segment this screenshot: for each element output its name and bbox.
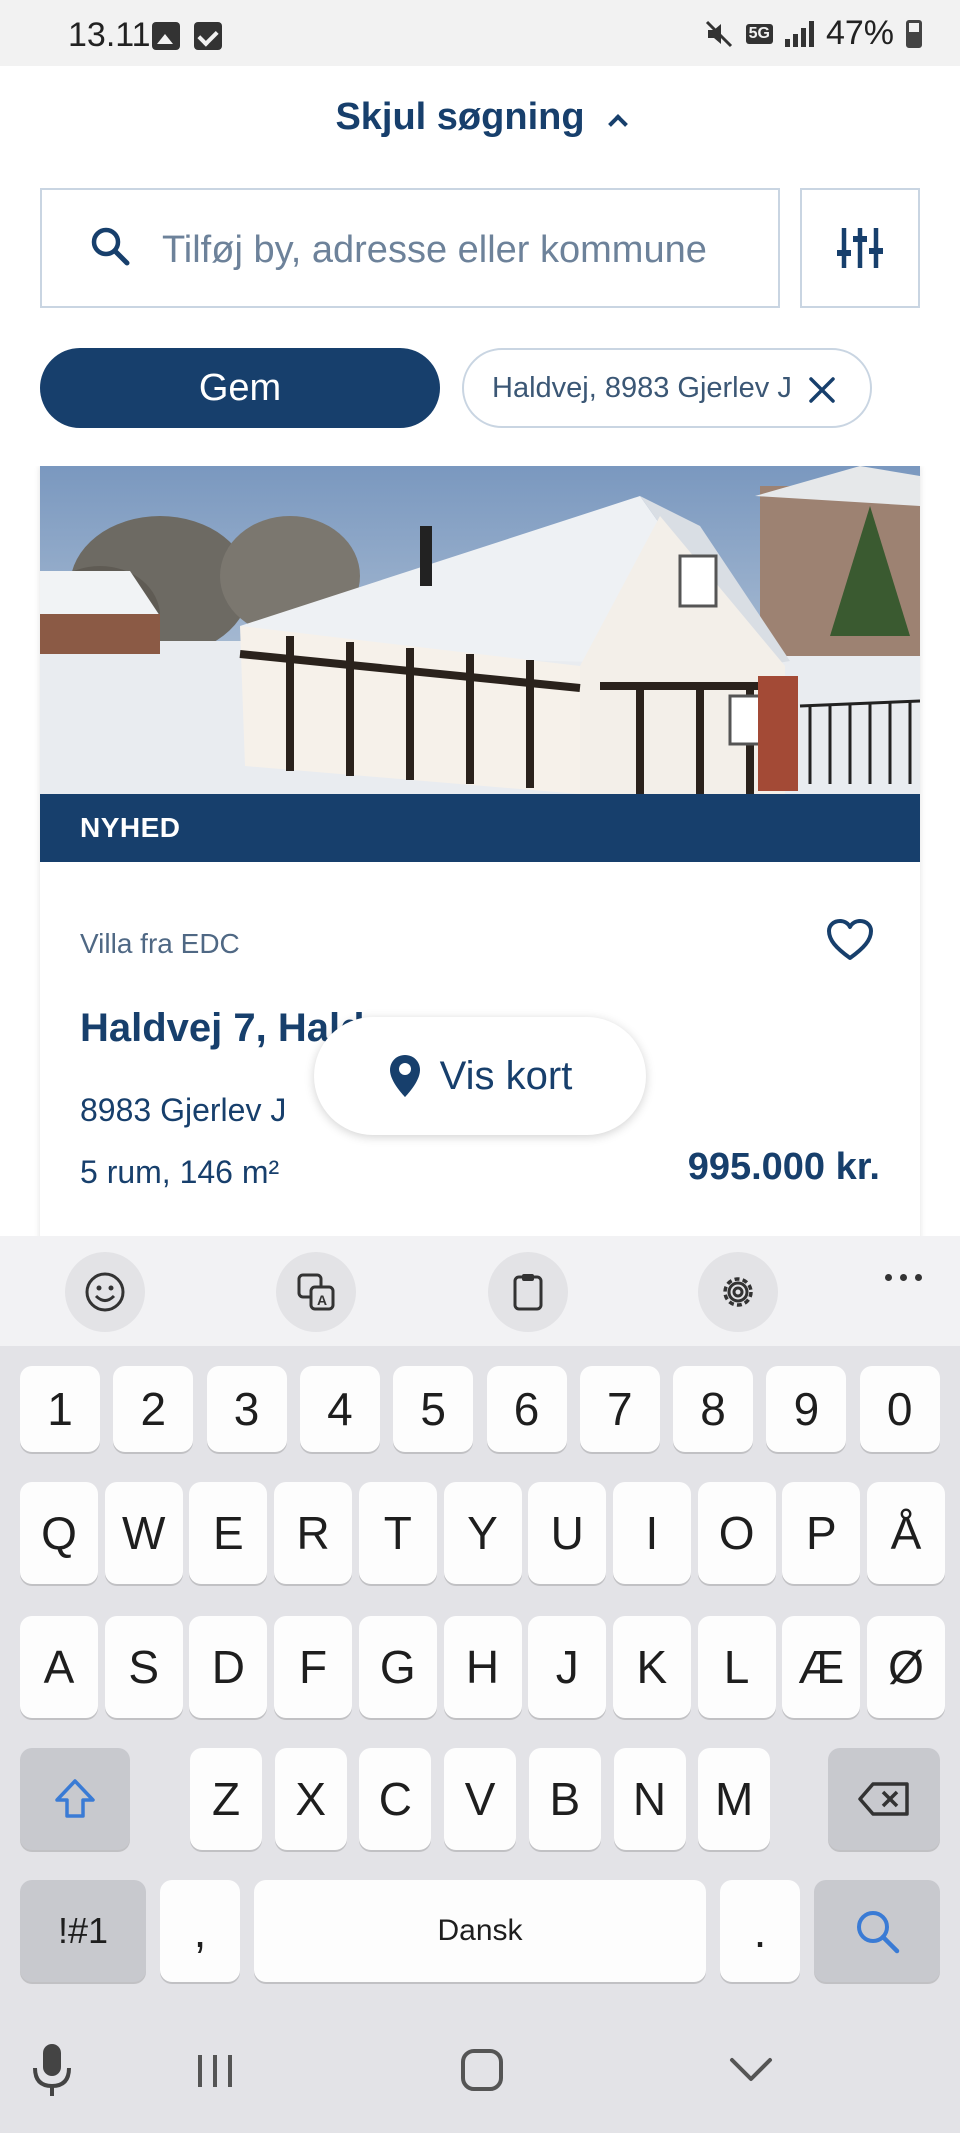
svg-text:A: A — [317, 1292, 327, 1308]
key-d[interactable]: D — [189, 1616, 268, 1718]
period-key[interactable]: . — [720, 1880, 800, 1982]
key-3[interactable]: 3 — [206, 1366, 287, 1452]
key-l[interactable]: L — [697, 1616, 776, 1718]
hide-search-toggle[interactable]: Skjul søgning — [0, 96, 960, 139]
key-p[interactable]: P — [782, 1482, 861, 1584]
keyboard-toolbar: A — [0, 1236, 960, 1346]
key-m[interactable]: M — [698, 1748, 771, 1850]
key-t[interactable]: T — [358, 1482, 437, 1584]
close-icon[interactable] — [808, 376, 836, 404]
key-o[interactable]: O — [697, 1482, 776, 1584]
comma-key[interactable]: , — [160, 1880, 240, 1982]
more-icon[interactable] — [885, 1274, 922, 1281]
key-h[interactable]: H — [443, 1616, 522, 1718]
mute-icon — [705, 20, 732, 47]
shift-key[interactable] — [20, 1748, 130, 1850]
listing-city: 8983 Gjerlev J — [80, 1092, 287, 1128]
save-search-button[interactable]: Gem — [40, 348, 440, 428]
key-6[interactable]: 6 — [486, 1366, 567, 1452]
battery-percent: 47% — [825, 14, 894, 52]
recent-apps-icon[interactable] — [194, 2052, 236, 2090]
key-v[interactable]: V — [444, 1748, 517, 1850]
search-icon — [91, 227, 130, 266]
filter-button[interactable] — [800, 188, 920, 308]
keyboard-settings-button[interactable] — [698, 1252, 778, 1332]
key-g[interactable]: G — [358, 1616, 437, 1718]
key-z[interactable]: Z — [190, 1748, 262, 1850]
key-å[interactable]: Å — [867, 1482, 945, 1584]
key-r[interactable]: R — [274, 1482, 353, 1584]
key-c[interactable]: C — [359, 1748, 432, 1850]
key-s[interactable]: S — [104, 1616, 183, 1718]
key-a[interactable]: A — [20, 1616, 98, 1718]
search-header: Skjul søgning Gem Haldvej, 8983 Gjerlev … — [0, 66, 960, 466]
space-key[interactable]: Dansk — [254, 1880, 706, 1982]
key-5[interactable]: 5 — [393, 1366, 474, 1452]
backspace-icon — [858, 1782, 909, 1816]
network-type: 5G — [745, 23, 773, 44]
chip-label: Haldvej, 8983 Gjerlev J — [492, 371, 792, 404]
location-filter-chip[interactable]: Haldvej, 8983 Gjerlev J — [462, 348, 872, 428]
key-k[interactable]: K — [612, 1616, 691, 1718]
property-type: Villa fra EDC — [80, 928, 240, 959]
search-input[interactable] — [162, 210, 762, 290]
key-u[interactable]: U — [528, 1482, 607, 1584]
emoji-icon — [85, 1272, 125, 1312]
status-time: 13.11 — [68, 16, 151, 54]
key-j[interactable]: J — [528, 1616, 607, 1718]
key-2[interactable]: 2 — [113, 1366, 194, 1452]
gallery-notification-icon — [152, 22, 180, 50]
listing-rooms-area: 5 rum, 146 m² — [80, 1154, 280, 1190]
key-f[interactable]: F — [274, 1616, 353, 1718]
search-key[interactable] — [814, 1880, 940, 1982]
sliders-icon — [837, 228, 883, 268]
chevron-up-icon — [607, 114, 628, 134]
key-e[interactable]: E — [189, 1482, 268, 1584]
clipboard-button[interactable] — [488, 1252, 568, 1332]
keyboard: !#1 , Dansk . 1234567890 QWERTYUIOPÅ ASDFG… — [0, 1346, 960, 1996]
map-pin-icon — [389, 1055, 420, 1097]
navigation-bar — [0, 1996, 960, 2133]
show-map-label: Vis kort — [439, 1053, 573, 1098]
key-n[interactable]: N — [613, 1748, 686, 1850]
key-9[interactable]: 9 — [766, 1366, 847, 1452]
symbols-key[interactable]: !#1 — [20, 1880, 146, 1982]
key-ø[interactable]: Ø — [867, 1616, 945, 1718]
key-8[interactable]: 8 — [673, 1366, 754, 1452]
hide-search-label: Skjul søgning — [335, 96, 585, 138]
show-map-button[interactable]: Vis kort — [314, 1017, 646, 1135]
translate-button[interactable]: A — [276, 1252, 356, 1332]
key-1[interactable]: 1 — [20, 1366, 100, 1452]
key-0[interactable]: 0 — [859, 1366, 940, 1452]
key-4[interactable]: 4 — [299, 1366, 380, 1452]
settings-icon — [723, 1277, 753, 1307]
new-listing-badge: NYHED — [40, 794, 920, 862]
home-icon[interactable] — [460, 2048, 504, 2092]
heart-icon[interactable] — [826, 918, 874, 962]
battery-icon — [906, 19, 922, 48]
key-i[interactable]: I — [612, 1482, 691, 1584]
key-q[interactable]: Q — [20, 1482, 98, 1584]
emoji-button[interactable] — [65, 1252, 145, 1332]
key-7[interactable]: 7 — [579, 1366, 660, 1452]
key-y[interactable]: Y — [443, 1482, 522, 1584]
clipboard-icon — [513, 1274, 543, 1311]
key-æ[interactable]: Æ — [782, 1616, 861, 1718]
search-icon — [857, 1911, 900, 1954]
status-bar: 13.11 5G 47% — [0, 0, 960, 66]
hide-keyboard-icon[interactable] — [728, 2056, 774, 2084]
key-x[interactable]: X — [274, 1748, 347, 1850]
listing-price: 995.000 kr. — [687, 1146, 880, 1188]
microphone-icon[interactable] — [30, 2042, 74, 2098]
shift-icon — [55, 1779, 95, 1818]
search-box[interactable] — [40, 188, 780, 308]
backspace-key[interactable] — [828, 1748, 940, 1850]
listing-photo[interactable] — [40, 466, 920, 794]
checkbox-notification-icon — [194, 22, 222, 50]
signal-icon — [784, 20, 814, 47]
key-b[interactable]: B — [528, 1748, 601, 1850]
key-w[interactable]: W — [104, 1482, 183, 1584]
translate-icon: A — [297, 1273, 335, 1311]
